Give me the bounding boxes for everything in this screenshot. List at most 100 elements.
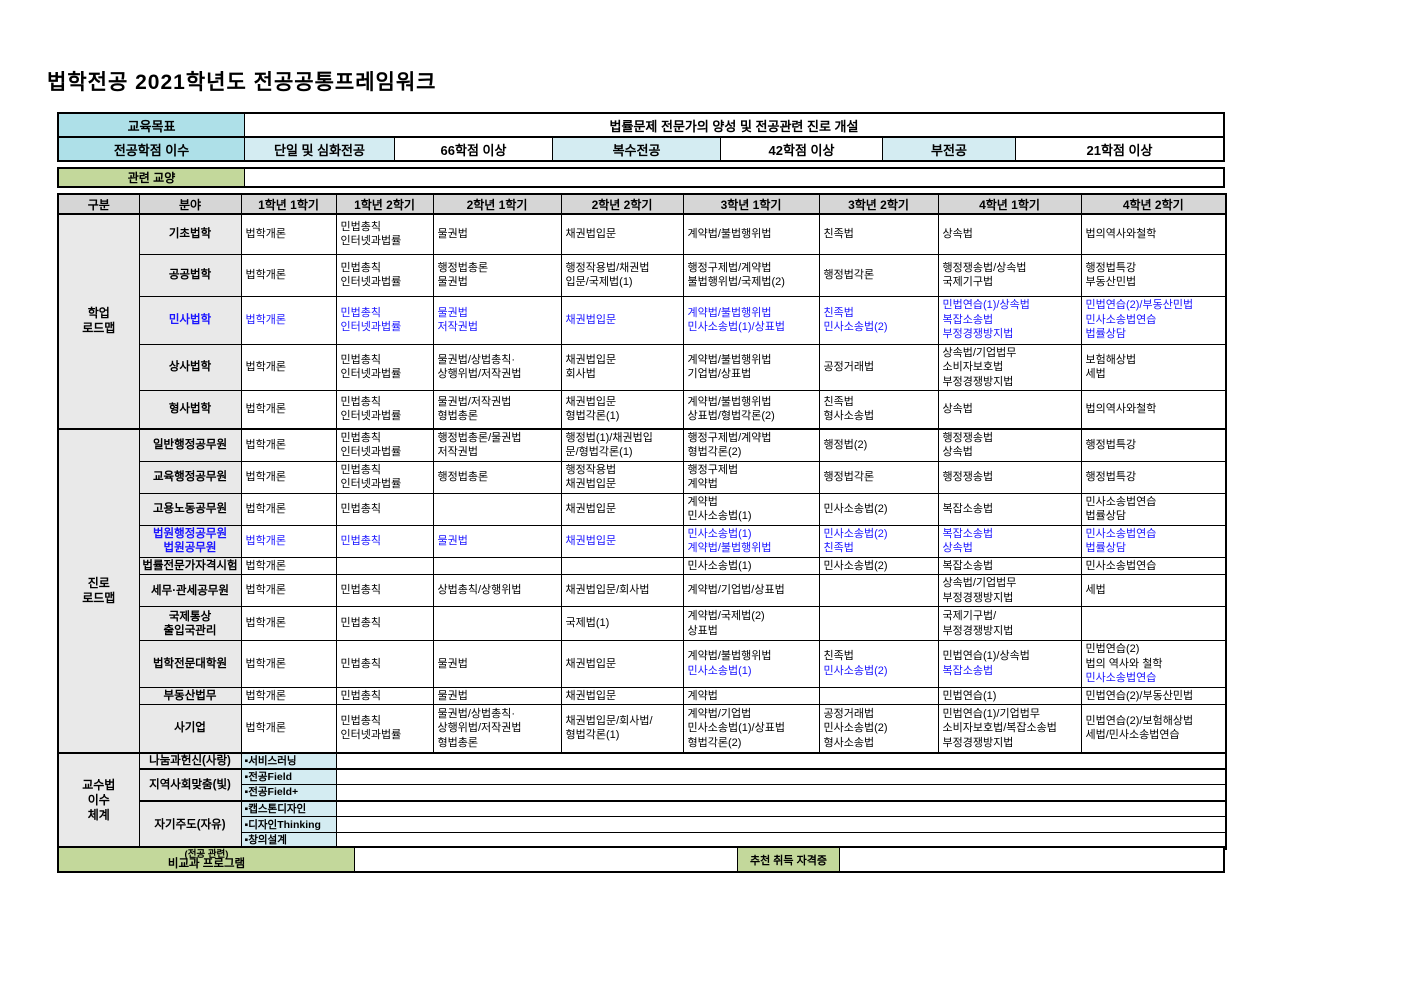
course-cell: 법의역사와철학 (1081, 391, 1226, 429)
course-cell: 민법총칙 (336, 641, 433, 688)
field-label: 일반행정공무원 (139, 429, 241, 462)
course-cell: 민사소송법연습법률상담 (1081, 525, 1226, 557)
field-label: 세무·관세공무원 (139, 575, 241, 607)
course-cell: 법학개론 (241, 687, 336, 705)
course-cell: 행정쟁송법상속법 (938, 429, 1081, 462)
course-cell: 행정구제법/계약법형법각론(2) (683, 429, 819, 462)
course-cell: 법학개론 (241, 391, 336, 429)
pedagogy-item: ▪전공Field+ (241, 785, 336, 801)
course-cell: 채권법입문 (561, 214, 683, 254)
course-cell: 민사소송법(2) (819, 557, 938, 575)
curriculum-table: 구분분야1학년 1학기1학년 2학기2학년 1학기2학년 2학기3학년 1학기3… (57, 193, 1227, 850)
credit-value-double: 42학점 이상 (720, 138, 882, 160)
col-header-6: 3학년 1학기 (683, 194, 819, 214)
education-goal-row: 교육목표 법률문제 전문가의 양성 및 전공관련 진로 개설 (59, 114, 1223, 136)
course-cell: 친족법형사소송법 (819, 391, 938, 429)
liberal-arts-label: 관련 교양 (59, 169, 244, 186)
course-cell: 친족법 (819, 214, 938, 254)
course-cell: 법학개론 (241, 607, 336, 641)
footer-box: (전공 관련) 비교과 프로그램 추천 취득 자격증 (57, 846, 1225, 873)
col-header-5: 2학년 2학기 (561, 194, 683, 214)
col-header-7: 3학년 2학기 (819, 194, 938, 214)
course-cell (819, 575, 938, 607)
pedagogy-item: ▪디자인Thinking (241, 817, 336, 833)
course-cell: 상속법 (938, 391, 1081, 429)
course-cell: 민법연습(2)법의 역사와 철학민사소송법연습 (1081, 641, 1226, 688)
course-cell: 채권법입문/회사법 (561, 575, 683, 607)
course-cell: 계약법민사소송법(1) (683, 493, 819, 525)
field-label: 법학전문대학원 (139, 641, 241, 688)
field-label: 상사법학 (139, 344, 241, 391)
course-cell: 민법총칙 (336, 687, 433, 705)
liberal-arts-value (244, 169, 1223, 186)
course-cell: 민법연습(2)/부동산민법민사소송법연습법률상담 (1081, 296, 1226, 344)
pedagogy-empty-cell (336, 817, 1226, 833)
course-cell: 민법연습(2)/보험해상법세법/민사소송법연습 (1081, 705, 1226, 753)
field-label: 형사법학 (139, 391, 241, 429)
col-header-1: 분야 (139, 194, 241, 214)
table-row: 국제통상출입국관리법학개론민법총칙국제법(1)계약법/국제법(2)상표법국제기구… (58, 607, 1226, 641)
course-cell: 민법총칙인터넷과법률 (336, 214, 433, 254)
education-goal-label: 교육목표 (59, 114, 244, 136)
course-cell: 민법총칙 (336, 607, 433, 641)
table-row: 세무·관세공무원법학개론민법총칙상법총칙/상행위법채권법입문/회사법계약법/기업… (58, 575, 1226, 607)
table-row: 교육행정공무원법학개론민법총칙인터넷과법률행정법총론행정작용법채권법입문행정구제… (58, 461, 1226, 493)
credits-label: 전공학점 이수 (59, 138, 244, 160)
pedagogy-field-label: 지역사회맞춤(빛) (139, 769, 241, 801)
credit-type-single: 단일 및 심화전공 (244, 138, 394, 160)
course-cell: 행정구제법계약법 (683, 461, 819, 493)
pedagogy-field-label: 나눔과헌신(사랑) (139, 753, 241, 769)
course-cell: 행정법특강부동산민법 (1081, 254, 1226, 296)
course-cell: 채권법입문 (561, 296, 683, 344)
credit-type-minor: 부전공 (882, 138, 1015, 160)
course-cell: 민법연습(1)/상속법복잡소송법부정경쟁방지법 (938, 296, 1081, 344)
course-cell: 국제법(1) (561, 607, 683, 641)
course-cell: 법학개론 (241, 705, 336, 753)
pedagogy-empty-cell (336, 785, 1226, 801)
col-header-2: 1학년 1학기 (241, 194, 336, 214)
course-cell: 행정구제법/계약법불법행위법/국제법(2) (683, 254, 819, 296)
pedagogy-empty-cell (336, 753, 1226, 769)
course-cell (433, 493, 561, 525)
course-cell (433, 557, 561, 575)
course-cell: 물권법/상법총칙·상행위법/저작권법 (433, 344, 561, 391)
table-row: 부동산법무법학개론민법총칙물권법채권법입문계약법민법연습(1)민법연습(2)/부… (58, 687, 1226, 705)
course-cell: 법학개론 (241, 461, 336, 493)
course-cell: 민사소송법(2) (819, 493, 938, 525)
course-cell: 계약법/불법행위법민사소송법(1) (683, 641, 819, 688)
course-cell: 친족법민사소송법(2) (819, 641, 938, 688)
field-label: 법률전문가자격시험 (139, 557, 241, 575)
course-cell: 행정법각론 (819, 461, 938, 493)
course-cell: 행정법총론물권법 (433, 254, 561, 296)
course-cell: 민법연습(2)/부동산민법 (1081, 687, 1226, 705)
course-cell: 상속법/기업법무부정경쟁방지법 (938, 575, 1081, 607)
pedagogy-item: ▪서비스러닝 (241, 753, 336, 769)
course-cell: 계약법 (683, 687, 819, 705)
pedagogy-empty-cell (336, 769, 1226, 785)
course-cell: 행정쟁송법 (938, 461, 1081, 493)
page-title: 법학전공 2021학년도 전공공통프레임워크 (47, 66, 437, 96)
pedagogy-row: 교수법이수체계나눔과헌신(사랑)▪서비스러닝 (58, 753, 1226, 769)
course-cell: 보험해상법세법 (1081, 344, 1226, 391)
pedagogy-empty-cell (336, 801, 1226, 817)
pedagogy-item: ▪캡스톤디자인 (241, 801, 336, 817)
recommended-certificates-label: 추천 취득 자격증 (737, 848, 840, 871)
course-cell: 민사소송법(1)계약법/불법행위법 (683, 525, 819, 557)
course-cell: 민법총칙인터넷과법률 (336, 429, 433, 462)
field-label: 사기업 (139, 705, 241, 753)
course-cell: 행정쟁송법/상속법국제기구법 (938, 254, 1081, 296)
course-cell: 법학개론 (241, 641, 336, 688)
col-header-0: 구분 (58, 194, 139, 214)
field-label: 부동산법무 (139, 687, 241, 705)
group-label: 교수법이수체계 (58, 753, 139, 849)
header-box: 교육목표 법률문제 전문가의 양성 및 전공관련 진로 개설 전공학점 이수 단… (57, 112, 1225, 162)
course-cell: 계약법/기업법민사소송법(1)/상표법형법각론(2) (683, 705, 819, 753)
course-cell: 상법총칙/상행위법 (433, 575, 561, 607)
field-label: 국제통상출입국관리 (139, 607, 241, 641)
table-row: 법률전문가자격시험법학개론민사소송법(1)민사소송법(2)복잡소송법민사소송법연… (58, 557, 1226, 575)
course-cell: 물권법 (433, 687, 561, 705)
course-cell: 법학개론 (241, 296, 336, 344)
pedagogy-row: 지역사회맞춤(빛)▪전공Field (58, 769, 1226, 785)
course-cell: 세법 (1081, 575, 1226, 607)
table-row: 사기업법학개론민법총칙인터넷과법률물권법/상법총칙·상행위법/저작권법형법총론채… (58, 705, 1226, 753)
